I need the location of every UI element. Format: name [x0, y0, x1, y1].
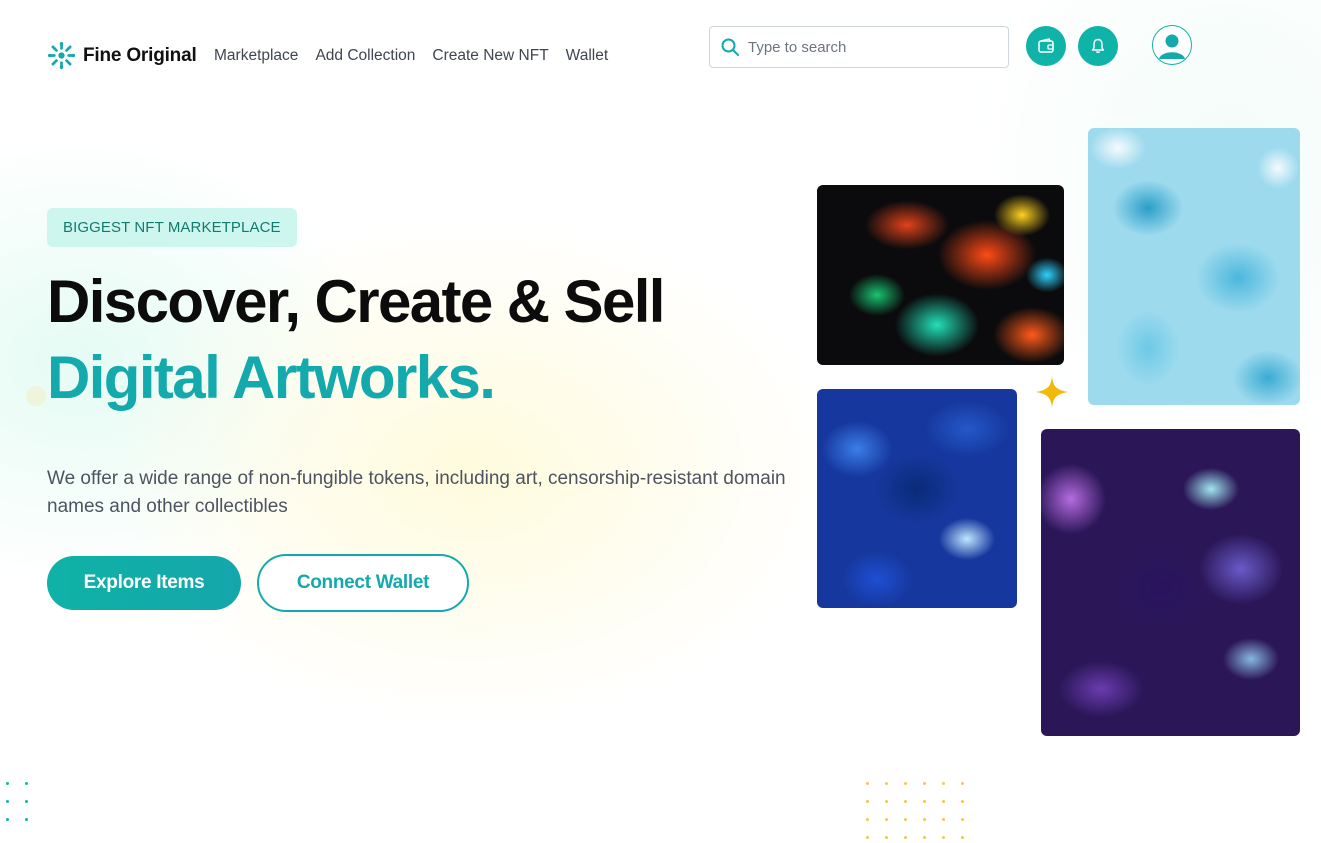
top-navbar: Fine Original Marketplace Add Collection… — [0, 0, 1321, 100]
bell-icon — [1091, 38, 1105, 53]
watercolor-blue-art[interactable] — [1088, 128, 1300, 405]
snowflake-burst-icon — [47, 41, 76, 70]
nav-item-add-collection[interactable]: Add Collection — [315, 47, 415, 65]
main-nav: Marketplace Add Collection Create New NF… — [214, 47, 608, 65]
nav-item-create-new-nft[interactable]: Create New NFT — [432, 47, 548, 65]
hero-title-accent: Digital Artworks. — [47, 344, 496, 411]
wallet-button[interactable] — [1026, 26, 1066, 66]
fluid-abstract-art[interactable] — [817, 185, 1064, 365]
purple-liquid-art[interactable] — [1041, 429, 1300, 736]
search-box[interactable] — [709, 26, 1009, 68]
dot-pattern-left — [6, 782, 28, 821]
brand-logo[interactable]: Fine Original — [46, 40, 197, 71]
profile-avatar[interactable] — [1152, 25, 1192, 65]
hero-badge: BIGGEST NFT MARKETPLACE — [47, 208, 297, 247]
explore-items-button[interactable]: Explore Items — [47, 556, 241, 610]
hero-section: BIGGEST NFT MARKETPLACE Discover, Create… — [47, 208, 787, 612]
notification-button[interactable] — [1078, 26, 1118, 66]
connect-wallet-button[interactable]: Connect Wallet — [257, 554, 469, 612]
search-icon — [721, 38, 739, 56]
hero-title: Discover, Create & Sell — [47, 268, 665, 335]
nav-item-marketplace[interactable]: Marketplace — [214, 47, 298, 65]
hero-description: We offer a wide range of non-fungible to… — [47, 468, 786, 517]
sparkle-icon — [1036, 376, 1068, 408]
nav-item-wallet[interactable]: Wallet — [566, 47, 609, 65]
dot-pattern-right — [866, 782, 964, 839]
search-input[interactable] — [748, 38, 988, 56]
brand-name: Fine Original — [83, 44, 197, 66]
blue-texture-art[interactable] — [817, 389, 1017, 608]
wallet-icon — [1038, 38, 1054, 53]
user-avatar-icon — [1159, 34, 1185, 59]
hero-actions: Explore Items Connect Wallet — [47, 554, 787, 612]
decorative-blob — [26, 386, 46, 406]
